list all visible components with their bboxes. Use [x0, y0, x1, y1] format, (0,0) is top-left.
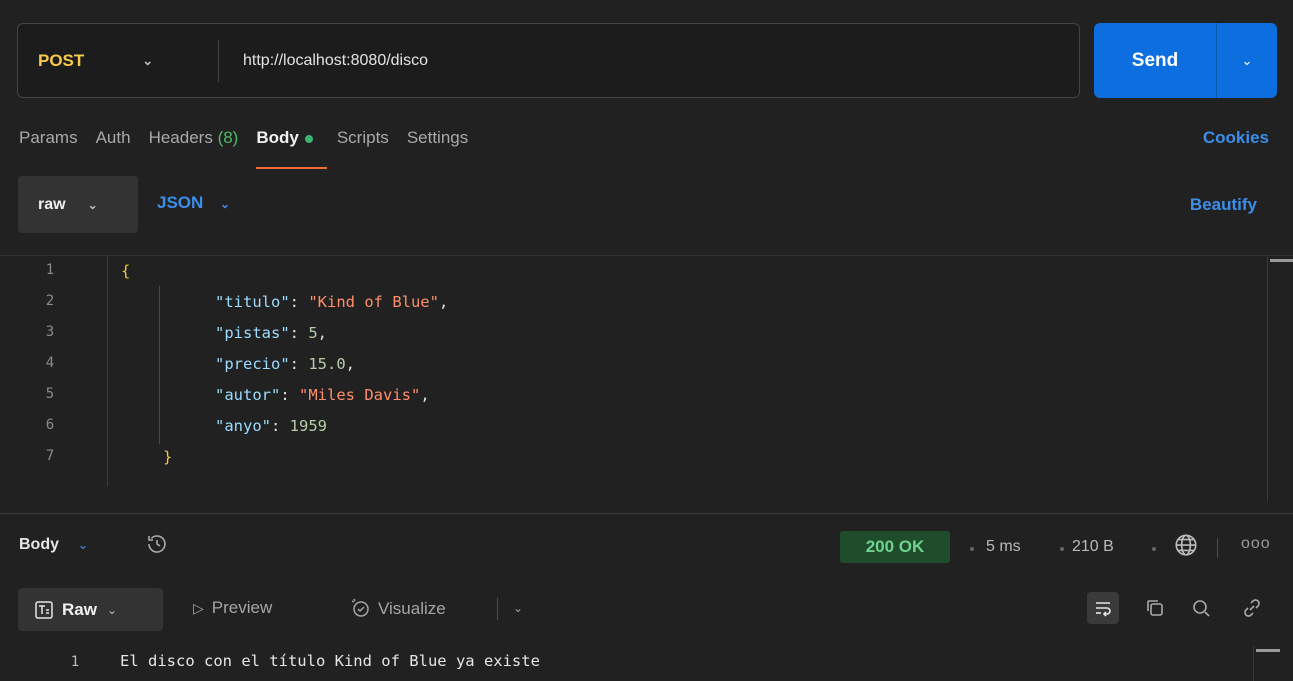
language-select[interactable]: JSON ⌄ — [157, 193, 230, 213]
response-view-preview[interactable]: ▷ Preview — [193, 598, 272, 618]
json-trail: , — [420, 386, 430, 404]
cookies-link[interactable]: Cookies — [1203, 128, 1269, 148]
raw-format-icon — [34, 600, 54, 620]
json-key: "autor" — [215, 386, 281, 404]
beautify-button[interactable]: Beautify — [1190, 195, 1257, 215]
separator-dot — [1060, 547, 1064, 551]
line-number: 4 — [45, 355, 55, 371]
visualize-label: Visualize — [378, 599, 446, 618]
response-view-visualize[interactable]: Visualize — [350, 598, 446, 619]
visualize-icon — [350, 598, 370, 618]
line-number: 7 — [45, 448, 55, 464]
body-indicator-dot — [304, 134, 313, 143]
tab-headers[interactable]: Headers (8) — [149, 128, 239, 148]
wrap-lines-icon[interactable] — [1087, 592, 1119, 624]
json-key: "anyo" — [215, 417, 271, 435]
chevron-down-icon: ⌄ — [77, 537, 89, 552]
globe-icon[interactable] — [1173, 532, 1199, 563]
chevron-down-icon: ⌄ — [87, 197, 98, 212]
json-trail: , — [317, 324, 328, 342]
send-options-chevron-icon[interactable]: ⌄ — [1217, 53, 1277, 69]
json-trail: , — [345, 355, 355, 373]
response-scrollbar[interactable] — [1253, 646, 1280, 681]
json-value: "Kind of Blue" — [308, 293, 439, 311]
raw-label: Raw — [62, 599, 97, 619]
search-icon[interactable] — [1185, 592, 1217, 624]
line-number: 1 — [45, 262, 55, 278]
open-brace: { — [121, 262, 131, 280]
body-mode-select[interactable]: raw ⌄ — [18, 176, 138, 233]
method-label: POST — [38, 50, 85, 70]
editor-scrollbar[interactable] — [1267, 256, 1293, 501]
copy-icon[interactable] — [1139, 592, 1171, 624]
response-view-raw[interactable]: Raw ⌄ — [18, 588, 163, 631]
request-body-editor[interactable]: 1 { 2 "titulo": "Kind of Blue", 3 "pista… — [0, 255, 1293, 501]
preview-label: Preview — [211, 598, 273, 617]
history-icon[interactable] — [145, 532, 169, 561]
response-size[interactable]: 210 B — [1072, 538, 1114, 556]
send-button[interactable]: Send — [1094, 50, 1216, 72]
tab-body-label: Body — [256, 128, 299, 147]
send-button-group: Send ⌄ — [1094, 23, 1277, 98]
link-icon[interactable] — [1236, 592, 1268, 624]
json-value: 1959 — [289, 417, 327, 435]
body-mode-label: raw — [38, 195, 66, 213]
line-number: 3 — [45, 324, 55, 340]
json-key: "pistas" — [215, 324, 290, 342]
divider — [497, 598, 498, 620]
more-options-icon[interactable]: ooo — [1241, 535, 1271, 553]
json-value: 15.0 — [308, 355, 346, 373]
line-number: 1 — [70, 654, 80, 670]
response-time[interactable]: 5 ms — [986, 538, 1021, 556]
json-key: "precio" — [215, 355, 290, 373]
response-section-select[interactable]: Body ⌄ — [19, 536, 88, 554]
url-bar: POST ⌄ http://localhost:8080/disco — [17, 23, 1080, 98]
response-section-label: Body — [19, 536, 59, 553]
chevron-down-icon: ⌄ — [220, 197, 231, 211]
line-number: 2 — [45, 293, 55, 309]
json-value: "Miles Davis" — [299, 386, 421, 404]
tab-headers-label: Headers — [148, 128, 213, 147]
line-number: 6 — [45, 417, 55, 433]
url-input[interactable]: http://localhost:8080/disco — [219, 52, 428, 70]
json-trail: , — [438, 293, 449, 311]
tab-auth[interactable]: Auth — [96, 128, 131, 148]
json-key: "titulo" — [215, 293, 290, 311]
response-text: El disco con el título Kind of Blue ya e… — [120, 652, 540, 670]
close-brace: } — [163, 448, 173, 466]
tab-params[interactable]: Params — [19, 128, 78, 148]
scrollbar-thumb[interactable] — [1256, 649, 1280, 652]
chevron-down-icon: ⌄ — [142, 52, 154, 68]
chevron-down-icon: ⌄ — [106, 602, 118, 617]
tab-settings[interactable]: Settings — [407, 128, 468, 148]
tab-scripts[interactable]: Scripts — [337, 128, 389, 148]
separator-dot — [1152, 547, 1156, 551]
headers-count: (8) — [217, 128, 239, 147]
line-number: 5 — [45, 386, 55, 402]
scrollbar-thumb[interactable] — [1270, 259, 1293, 262]
status-badge[interactable]: 200 OK — [840, 531, 950, 563]
indent-guide — [159, 286, 160, 444]
language-label: JSON — [157, 193, 204, 212]
method-select[interactable]: POST ⌄ — [18, 24, 218, 97]
chevron-down-icon[interactable]: ⌄ — [513, 601, 523, 615]
separator-dot — [970, 547, 974, 551]
tab-body[interactable]: Body — [256, 128, 327, 169]
play-icon: ▷ — [193, 600, 204, 616]
request-tabs: Params Auth Headers (8) Body Scripts Set… — [19, 128, 486, 169]
divider — [1217, 538, 1218, 558]
panel-divider[interactable] — [0, 513, 1293, 514]
json-value: 5 — [308, 324, 318, 342]
